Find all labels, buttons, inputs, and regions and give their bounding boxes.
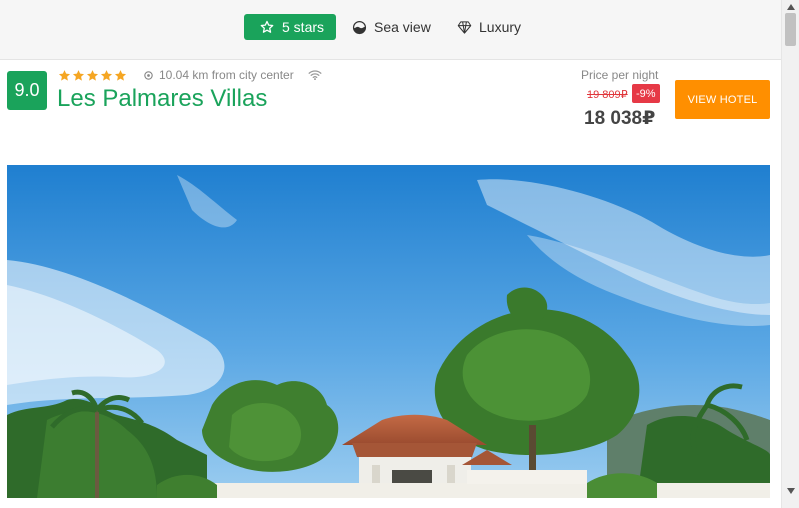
filter-bar: 5 stars Sea view Luxury [0, 0, 781, 60]
diamond-icon [456, 19, 472, 35]
hotel-name-link[interactable]: Les Palmares Villas [57, 85, 267, 113]
star-icon [72, 69, 85, 81]
star-icon [114, 69, 127, 81]
vertical-scrollbar[interactable] [781, 0, 799, 508]
page-content: 5 stars Sea view Luxury 9.0 10.04 km fro… [0, 0, 781, 508]
star-icon [100, 69, 113, 81]
sea-view-icon [351, 19, 367, 35]
location-pin-icon [143, 70, 154, 81]
hotel-meta-row: 10.04 km from city center [58, 67, 322, 83]
current-price: 18 038₽ [584, 108, 656, 129]
filter-chip-5-stars[interactable]: 5 stars [244, 14, 336, 40]
distance-text: 10.04 km from city center [159, 68, 294, 82]
scrollbar-thumb[interactable] [785, 13, 796, 46]
price-label: Price per night [581, 68, 659, 82]
old-price: 19 809₽ [587, 89, 628, 101]
filter-chip-label: Sea view [374, 19, 431, 35]
scroll-down-arrow-icon[interactable] [786, 486, 796, 496]
discount-badge: -9% [632, 84, 660, 103]
filter-chip-label: Luxury [479, 19, 522, 35]
filter-chip-luxury[interactable]: Luxury [456, 14, 521, 40]
distance-info: 10.04 km from city center [143, 68, 294, 82]
filter-chip-label: 5 stars [282, 19, 325, 35]
scroll-up-arrow-icon[interactable] [786, 2, 796, 12]
star-icon [86, 69, 99, 81]
rating-score-badge: 9.0 [7, 71, 47, 110]
star-rating [58, 69, 127, 82]
wifi-icon [308, 69, 322, 81]
view-hotel-button[interactable]: VIEW HOTEL [675, 80, 770, 119]
hotel-photo-image [7, 165, 770, 498]
filter-chip-sea-view[interactable]: Sea view [351, 14, 431, 40]
star-icon [58, 69, 71, 81]
hotel-photo[interactable] [7, 165, 770, 498]
star-outline-icon [259, 19, 275, 35]
